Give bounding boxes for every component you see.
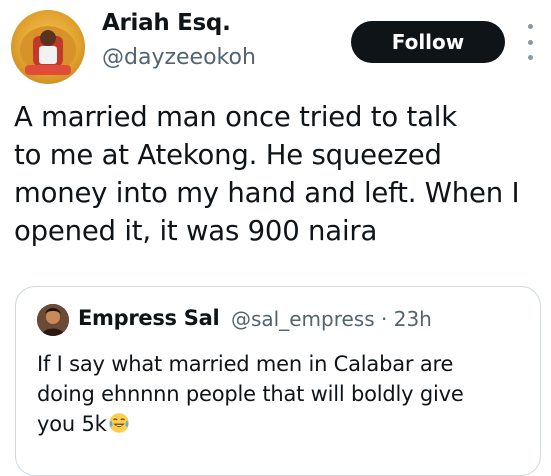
tweet: Ariah Esq. @dayzeeokoh Follow A married … [0,0,551,476]
tweet-text-line: opened it, it was 900 naira [14,215,378,247]
quoted-author-meta: @sal_empress · 23h [231,307,432,331]
quoted-text-line-last: you 5k [37,409,527,439]
quoted-text-last-segment: you 5k [37,412,107,436]
tweet-text-line: to me at Atekong. He squeezed [14,139,442,171]
author-handle[interactable]: @dayzeeokoh [102,45,256,70]
more-vertical-icon[interactable] [520,24,540,60]
quoted-tweet-text: If I say what married men in Calabar are… [37,349,527,439]
quoted-author-handle: @sal_empress [231,307,375,331]
author-avatar[interactable] [11,10,85,84]
face-with-tears-of-joy-icon [108,413,129,433]
follow-button[interactable]: Follow [351,21,505,63]
quoted-author-display-name: Empress Sal [78,306,220,330]
tweet-text-line: money into my hand and left. When I [14,177,520,209]
quoted-author-avatar [37,304,69,336]
more-dot [527,24,533,29]
quoted-text-line: If I say what married men in Calabar are [37,352,454,376]
quoted-tweet-time: 23h [393,307,432,331]
avatar-image [20,26,76,75]
author-display-name[interactable]: Ariah Esq. [102,10,231,36]
tweet-text: A married man once tried to talk to me a… [14,98,539,250]
more-dot [527,55,533,60]
quoted-avatar-image [37,304,69,336]
quoted-tweet-card[interactable]: Empress Sal @sal_empress · 23h If I say … [15,286,541,476]
meta-separator: · [374,307,394,331]
more-dot [527,39,533,45]
quoted-text-line: doing ehnnnn people that will boldly giv… [37,382,464,406]
tweet-text-line: A married man once tried to talk [14,101,457,133]
